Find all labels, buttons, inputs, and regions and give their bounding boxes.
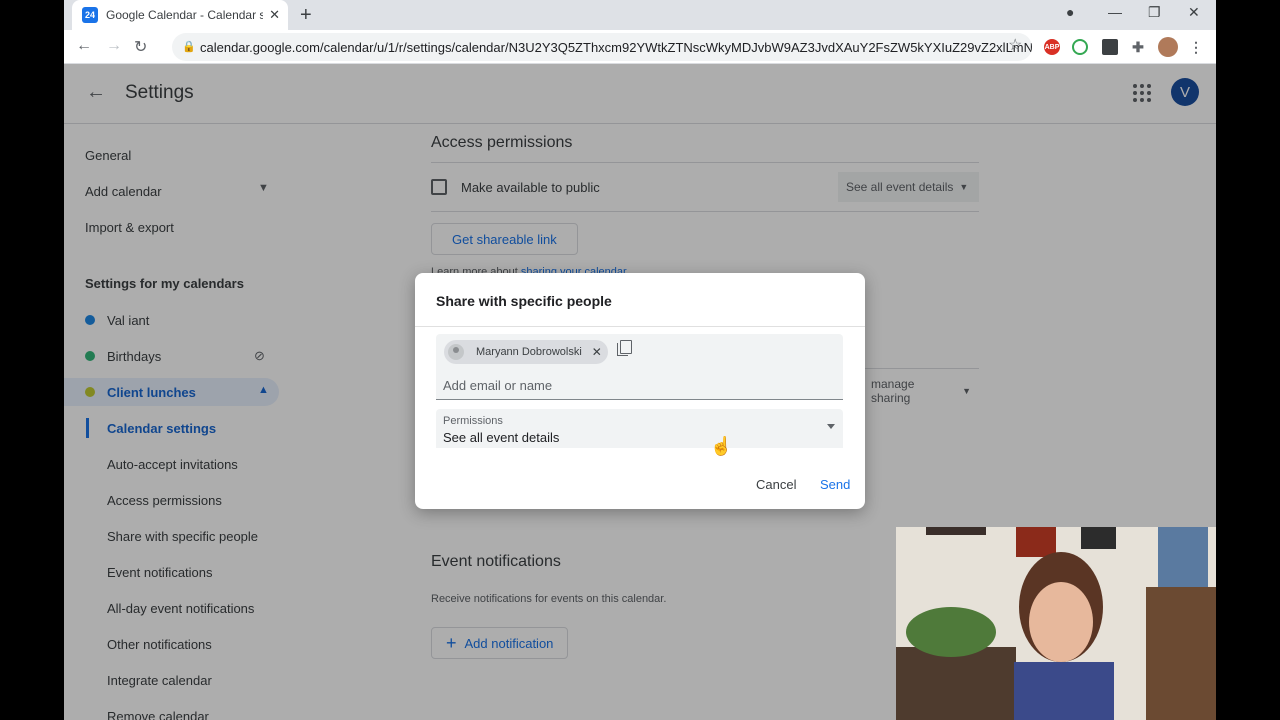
browser-tab[interactable]: 24 Google Calendar - Calendar setti ✕ [72,0,288,30]
url-text: calendar.google.com/calendar/u/1/r/setti… [200,39,1032,55]
person-avatar-icon [448,344,464,360]
tab-strip: 24 Google Calendar - Calendar setti ✕ + … [64,0,1216,30]
pause-extension-icon[interactable] [1072,39,1088,55]
share-dialog: Share with specific people Maryann Dobro… [415,273,865,509]
divider [415,326,865,327]
screen-extension-icon[interactable] [1102,39,1118,55]
minimize-icon[interactable]: — [1108,4,1122,20]
permissions-value: See all event details [443,430,560,445]
remove-chip-icon[interactable]: ✕ [592,345,602,359]
dialog-title: Share with specific people [436,293,612,309]
calendar-favicon-icon: 24 [82,7,98,23]
browser-toolbar: ← → ↻ 🔒 calendar.google.com/calendar/u/1… [64,30,1216,64]
chip-name: Maryann Dobrowolski [476,346,582,358]
webcam-image [896,527,1216,720]
tab-title: Google Calendar - Calendar setti [106,8,264,22]
permissions-label: Permissions [443,415,503,427]
cancel-button[interactable]: Cancel [756,477,796,492]
profile-menu-icon[interactable]: ● [1066,4,1074,20]
restore-icon[interactable]: ❐ [1148,4,1161,21]
browser-menu-icon[interactable]: ⋮ [1188,39,1204,55]
caret-down-icon [827,424,835,429]
forward-icon[interactable]: → [106,37,122,55]
reload-icon[interactable]: ↻ [134,37,147,57]
permissions-select[interactable]: Permissions See all event details [436,409,843,448]
copy-icon[interactable] [617,340,632,356]
new-tab-icon[interactable]: + [300,5,312,25]
people-field[interactable]: Maryann Dobrowolski ✕ [436,334,843,400]
hand-cursor-icon: ☝ [710,436,733,456]
bookmark-star-icon[interactable]: ☆ [1008,35,1022,55]
lock-icon: 🔒 [182,41,196,53]
webcam-overlay [896,527,1216,720]
profile-avatar[interactable] [1158,37,1178,57]
extensions-puzzle-icon[interactable]: ✚ [1130,39,1146,55]
back-icon[interactable]: ← [76,37,92,55]
adblock-extension-icon[interactable]: ABP [1044,39,1060,55]
send-button[interactable]: Send [820,477,850,492]
address-bar[interactable]: 🔒 calendar.google.com/calendar/u/1/r/set… [172,33,1032,61]
person-chip[interactable]: Maryann Dobrowolski ✕ [444,340,608,364]
tab-close-icon[interactable]: ✕ [269,7,280,23]
close-window-icon[interactable]: ✕ [1188,4,1200,21]
email-input[interactable] [443,378,823,393]
